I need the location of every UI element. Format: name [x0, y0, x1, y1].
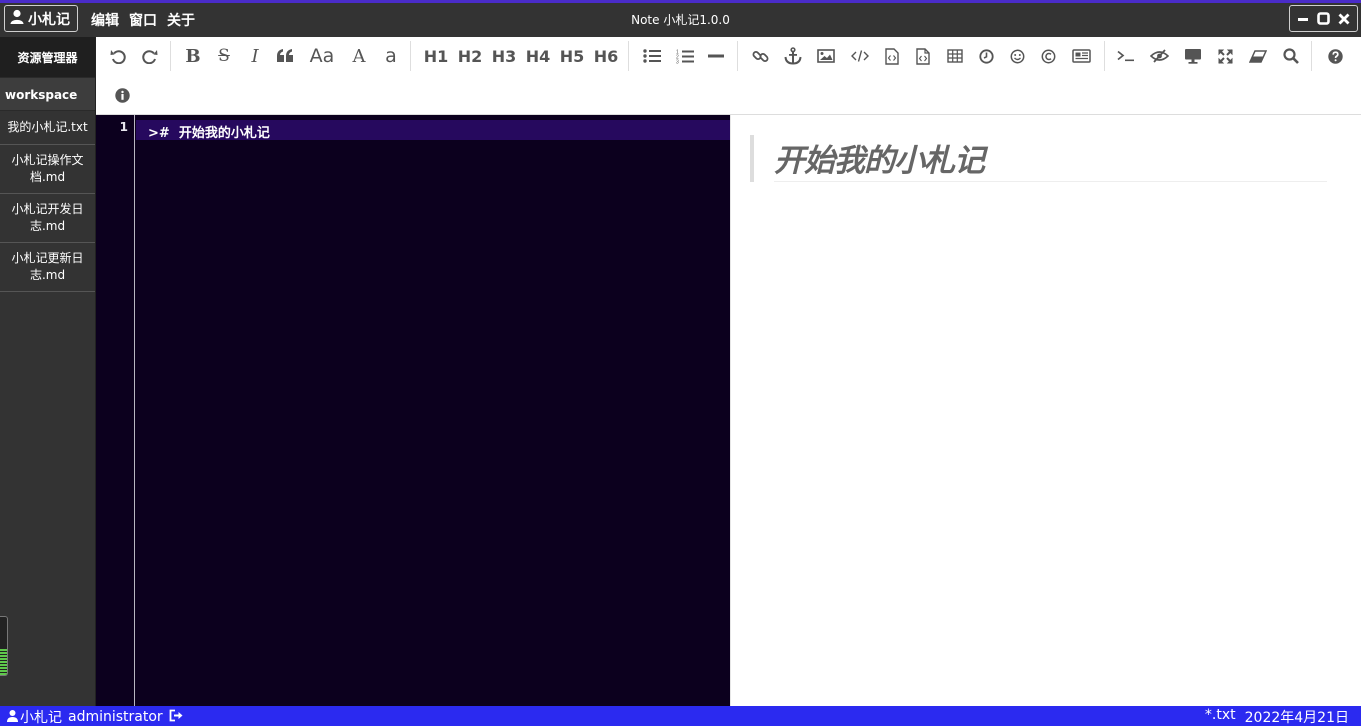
level-meter [0, 616, 8, 676]
toolbar-separator [410, 41, 411, 71]
window-title: Note 小札记1.0.0 [631, 13, 730, 27]
close-icon[interactable] [1336, 11, 1352, 27]
toolbar-separator [1104, 41, 1105, 71]
code-line[interactable]: ># 开始我的小札记 [148, 122, 270, 141]
toolbar-separator [170, 41, 171, 71]
table-icon[interactable] [944, 37, 966, 75]
user-cog-icon [6, 709, 19, 726]
status-date: 2022年4月21日 [1244, 710, 1349, 726]
menu-edit[interactable]: 编辑 [91, 10, 119, 30]
code-file-icon[interactable] [912, 37, 934, 75]
newspaper-icon[interactable] [1069, 37, 1093, 75]
logout-icon[interactable] [169, 709, 184, 726]
status-left: 小札记 administrator [6, 707, 184, 726]
eraser-icon[interactable] [1247, 37, 1269, 75]
file-item[interactable]: 小札记更新日志.md [0, 243, 95, 292]
code-block-icon[interactable] [881, 37, 903, 75]
h2-icon[interactable]: H2 [456, 37, 484, 75]
line-number: 1 [119, 120, 128, 134]
horizontal-rule-icon[interactable] [705, 37, 727, 75]
status-app-name: 小札记 [20, 710, 62, 726]
status-bar: 小札记 administrator *.txt 2022年4月21日 [0, 706, 1361, 726]
preview-heading-rule [774, 181, 1327, 182]
status-file-type: *.txt [1204, 707, 1236, 723]
lowercase-a-icon[interactable]: a [380, 37, 402, 75]
user-icon [10, 9, 24, 28]
info-icon[interactable] [111, 76, 133, 114]
ordered-list-icon[interactable]: 123 [674, 37, 696, 75]
h5-icon[interactable]: H5 [558, 37, 586, 75]
fullscreen-icon[interactable] [1214, 37, 1236, 75]
preview-heading: 开始我的小札记 [774, 143, 985, 179]
minimize-icon[interactable] [1295, 11, 1311, 27]
status-app: 小札记 [6, 707, 62, 726]
explorer-title: 资源管理器 [0, 37, 95, 77]
toolbar-separator [1311, 41, 1312, 71]
code-icon[interactable] [849, 37, 871, 75]
toolbar-separator [737, 41, 738, 71]
svg-text:3: 3 [676, 59, 679, 64]
terminal-icon[interactable] [1115, 37, 1137, 75]
eye-slash-icon[interactable] [1148, 37, 1170, 75]
status-user: administrator [68, 709, 163, 725]
app-name: 小札记 [28, 11, 70, 28]
file-explorer: 资源管理器 workspace 我的小札记.txt 小札记操作文档.md 小札记… [0, 37, 96, 706]
markdown-preview: 开始我的小札记 [730, 115, 1361, 706]
file-item[interactable]: 小札记开发日志.md [0, 194, 95, 243]
unordered-list-icon[interactable] [641, 37, 663, 75]
emoji-icon[interactable] [1006, 37, 1028, 75]
level-meter-fill [0, 648, 7, 675]
clock-icon[interactable] [975, 37, 997, 75]
copyright-icon[interactable] [1037, 37, 1059, 75]
uppercase-icon[interactable]: Aa [307, 37, 337, 75]
strikethrough-icon[interactable]: S [213, 37, 235, 75]
h6-icon[interactable]: H6 [592, 37, 620, 75]
window-controls [1289, 5, 1358, 32]
redo-icon[interactable] [139, 37, 161, 75]
anchor-icon[interactable] [782, 37, 804, 75]
h1-icon[interactable]: H1 [422, 37, 450, 75]
monitor-icon[interactable] [1182, 37, 1204, 75]
menu-bar: 编辑 窗口 关于 [91, 10, 195, 30]
markdown-editor[interactable]: 1 ># 开始我的小札记 [96, 115, 730, 706]
italic-icon[interactable]: I [244, 37, 266, 75]
title-bar: 小札记 编辑 窗口 关于 Note 小札记1.0.0 [0, 0, 1361, 37]
status-right: *.txt 2022年4月21日 [1205, 707, 1349, 726]
bold-icon[interactable]: B [182, 37, 204, 75]
h4-icon[interactable]: H4 [524, 37, 552, 75]
menu-window[interactable]: 窗口 [129, 10, 157, 30]
app-menu-button[interactable]: 小札记 [4, 5, 78, 32]
maximize-icon[interactable] [1315, 11, 1331, 27]
file-item[interactable]: 我的小札记.txt [0, 111, 95, 145]
search-icon[interactable] [1280, 37, 1302, 75]
toolbar-separator [628, 41, 629, 71]
preview-quote-bar [750, 135, 754, 182]
line-number-gutter: 1 [96, 115, 135, 706]
workspace-folder[interactable]: workspace [0, 77, 95, 111]
help-icon[interactable] [1324, 37, 1346, 75]
uppercase-a-icon[interactable]: A [348, 37, 370, 75]
quote-icon[interactable] [274, 37, 296, 75]
editor-toolbar: B S I Aa A a H1 H2 H3 H4 H5 H6 123 [96, 37, 1361, 115]
menu-about[interactable]: 关于 [167, 10, 195, 30]
h3-icon[interactable]: H3 [490, 37, 518, 75]
image-icon[interactable] [815, 37, 837, 75]
undo-icon[interactable] [107, 37, 129, 75]
file-item[interactable]: 小札记操作文档.md [0, 145, 95, 194]
link-icon[interactable] [749, 37, 771, 75]
